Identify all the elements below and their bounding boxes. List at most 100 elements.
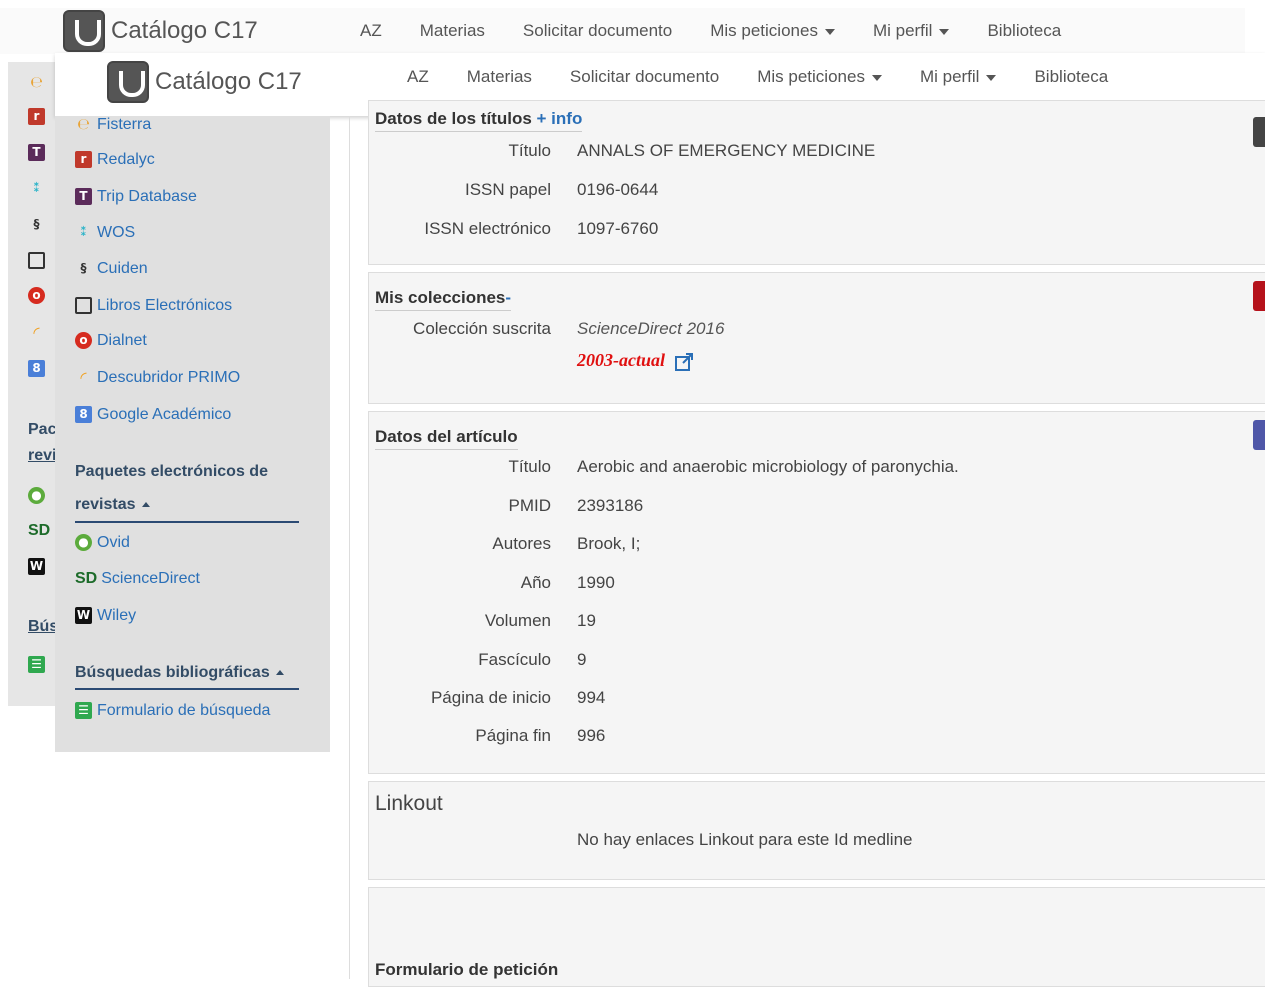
dialnet-icon: o — [75, 332, 92, 350]
row-value: 994 — [577, 688, 606, 707]
caret-up-icon — [275, 670, 284, 676]
sidebar-item-dialnet[interactable]: o Dialnet — [75, 332, 147, 350]
paquetes-heading-back-1: Pac — [28, 421, 57, 438]
nav-az-back[interactable]: AZ — [360, 21, 382, 41]
trip-database-icon: T — [75, 188, 92, 206]
navbar-back: Catálogo C17 AZ Materias Solicitar docum… — [0, 8, 1245, 54]
row-value: Aerobic and anaerobic microbiology of pa… — [577, 457, 959, 476]
panel-articulo: Datos del artículo Título Aerobic and ana… — [368, 411, 1265, 774]
caret-down-icon — [939, 28, 950, 35]
sidebar-item-sciencedirect[interactable]: SD ScienceDirect — [75, 570, 200, 588]
row-label: Título — [508, 457, 551, 476]
row-value: 1097-6760 — [577, 219, 659, 238]
nav-peticiones-back[interactable]: Mis peticiones — [710, 21, 835, 41]
sidebar-item-cuiden[interactable]: § Cuiden — [75, 260, 148, 278]
redalyc-icon: r — [75, 151, 92, 169]
panel-linkout: Linkout No hay enlaces Linkout para este… — [368, 781, 1265, 880]
sidebar-item-fisterra[interactable]: ℮ Fisterra — [75, 116, 151, 134]
sidebar-item-label: Trip Database — [97, 188, 197, 205]
brand-logo[interactable]: Catálogo C17 — [107, 61, 302, 103]
collection-name: ScienceDirect 2016 — [577, 319, 725, 338]
sidebar-item-wos[interactable]: ⁑ WOS — [75, 224, 135, 242]
divider — [75, 688, 299, 690]
sidebar-item-ovid[interactable]: ● Ovid — [75, 534, 130, 552]
collapse-toggle[interactable]: - — [505, 288, 511, 307]
c17-logo-icon — [63, 10, 105, 52]
nav-perfil-back[interactable]: Mi perfil — [873, 21, 950, 41]
brand-logo-back[interactable]: Catálogo C17 — [63, 10, 258, 52]
paquetes-heading-line2[interactable]: revistas — [75, 496, 150, 514]
sidebar-item-label: Cuiden — [97, 260, 148, 277]
row-label: ISSN electrónico — [424, 219, 551, 238]
cuiden-icon: § — [33, 217, 40, 231]
caret-down-icon — [871, 74, 882, 81]
nav-solicitar[interactable]: Solicitar documento — [570, 67, 719, 87]
nav-peticiones[interactable]: Mis peticiones — [757, 67, 882, 87]
sidebar-item-libros[interactable]: Libros Electrónicos — [75, 297, 232, 315]
nav-materias-back[interactable]: Materias — [420, 21, 485, 41]
nav-materias[interactable]: Materias — [467, 67, 532, 87]
sidebar-item-trip-database[interactable]: T Trip Database — [75, 188, 197, 206]
wos-icon: ⁑ — [33, 181, 40, 195]
wos-icon: ⁑ — [80, 225, 87, 240]
form-icon: ☰ — [28, 656, 45, 673]
dialnet-icon: o — [28, 287, 45, 304]
nav-perfil-label: Mi perfil — [919, 67, 980, 86]
ovid-icon: ● — [28, 487, 45, 504]
sidebar-item-label: Wiley — [97, 607, 137, 624]
row-value: 9 — [577, 650, 587, 669]
side-tab-icon[interactable] — [1253, 281, 1265, 311]
side-tab-icon[interactable] — [1253, 117, 1265, 147]
sidebar-item-label: Fisterra — [97, 116, 152, 133]
c17-logo-icon — [107, 61, 149, 103]
nav-biblioteca[interactable]: Biblioteca — [1034, 67, 1108, 87]
side-tab-icon[interactable] — [1253, 420, 1265, 450]
wiley-icon: W — [75, 607, 92, 625]
row-label: PMID — [508, 496, 552, 515]
sidebar-item-label: WOS — [97, 224, 136, 241]
sidebar-item-primo[interactable]: ◜ Descubridor PRIMO — [75, 369, 240, 387]
sidebar-item-google-academico[interactable]: 8 Google Académico — [75, 406, 231, 424]
panel-peticion: Formulario de petición — [368, 887, 1265, 987]
panel-titulos-heading: Datos de los títulos — [375, 109, 532, 128]
sidebar-item-label: Formulario de búsqueda — [97, 702, 271, 719]
collection-range-link[interactable]: 2003-actual — [577, 350, 694, 372]
sidebar-item-label: Libros Electrónicos — [97, 297, 233, 314]
redalyc-icon: r — [28, 108, 45, 125]
nav-az[interactable]: AZ — [407, 67, 429, 87]
panel-articulo-title: Datos del artículo — [375, 427, 518, 450]
sciencedirect-icon: SD — [75, 570, 98, 587]
primo-icon: ◜ — [33, 323, 40, 342]
sidebar-item-formulario[interactable]: ☰ Formulario de búsqueda — [75, 702, 270, 720]
row-label: Colección suscrita — [413, 319, 551, 338]
caret-up-icon — [141, 502, 150, 508]
row-label: Año — [520, 573, 551, 592]
trip-database-icon: T — [28, 144, 45, 161]
sidebar: ℮ Fisterra r Redalyc T Trip Database ⁑ WOS §… — [55, 116, 330, 752]
book-icon — [75, 297, 92, 315]
busquedas-heading[interactable]: Búsquedas bibliográficas — [75, 664, 284, 682]
paquetes-heading-line1: Paquetes electrónicos de — [75, 463, 268, 480]
nav-peticiones-label: Mis peticiones — [757, 67, 865, 86]
nav-perfil[interactable]: Mi perfil — [920, 67, 997, 87]
more-info-link[interactable]: + info — [537, 109, 583, 128]
cuiden-icon: § — [80, 261, 87, 276]
sidebar-item-wiley[interactable]: W Wiley — [75, 607, 136, 625]
wiley-icon: W — [28, 558, 45, 575]
fisterra-icon: ℮ — [30, 73, 43, 91]
panel-titulos: Datos de los títulos + info Título ANNAL… — [368, 100, 1265, 265]
nav-peticiones-label: Mis peticiones — [710, 21, 818, 40]
caret-down-icon — [824, 28, 835, 35]
collection-range: 2003-actual — [577, 350, 665, 370]
sidebar-item-label: Descubridor PRIMO — [97, 369, 241, 386]
sidebar-item-label: Google Académico — [97, 406, 232, 423]
google-scholar-icon: 8 — [28, 360, 45, 377]
nav-biblioteca-back[interactable]: Biblioteca — [987, 21, 1061, 41]
sciencedirect-icon: SD — [28, 522, 51, 539]
nav-solicitar-back[interactable]: Solicitar documento — [523, 21, 672, 41]
sidebar-item-label: ScienceDirect — [101, 570, 200, 587]
nav-menu: AZ Materias Solicitar documento Mis peti… — [407, 67, 1146, 87]
nav-perfil-label: Mi perfil — [872, 21, 933, 40]
sidebar-item-redalyc[interactable]: r Redalyc — [75, 151, 155, 169]
form-icon: ☰ — [75, 702, 92, 720]
